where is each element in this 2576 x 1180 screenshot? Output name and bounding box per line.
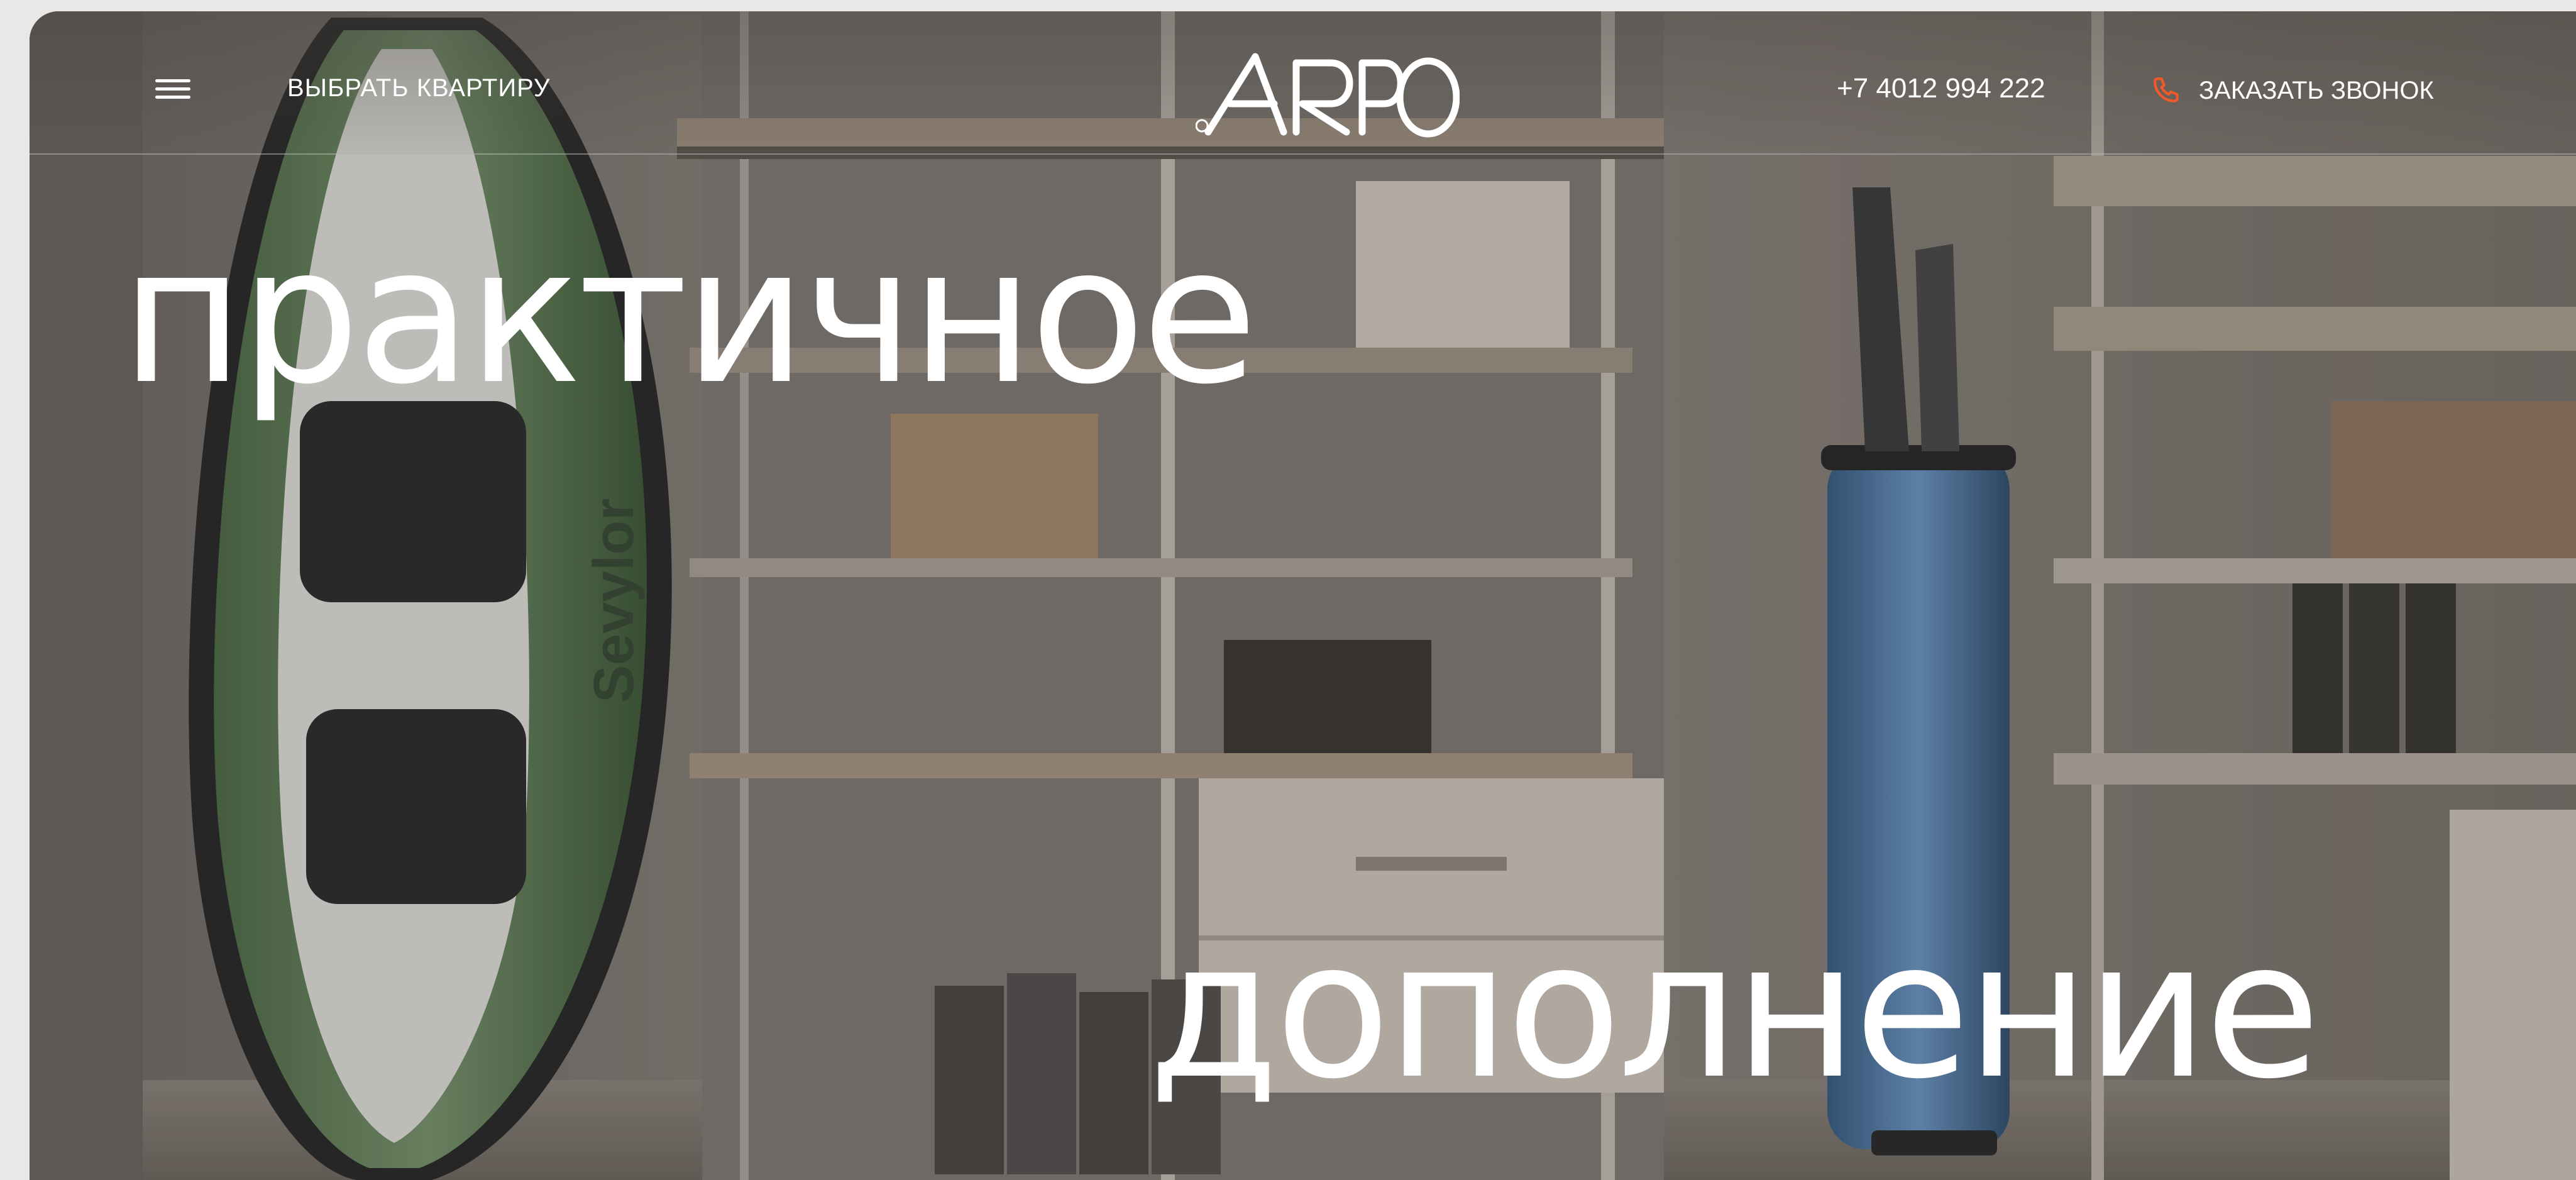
phone-number-link[interactable]: +7 4012 994 222 (1837, 73, 2045, 104)
select-apartment-link[interactable]: ВЫБРАТЬ КВАРТИРУ (287, 74, 550, 102)
order-callback-label: ЗАКАЗАТЬ ЗВОНОК (2199, 76, 2434, 104)
site-header: ВЫБРАТЬ КВАРТИРУ +7 4012 994 222 ЗАКАЗАТ… (30, 11, 2576, 155)
hero-headline-line-2: дополнение (1148, 901, 2321, 1120)
hamburger-menu-icon[interactable] (155, 79, 190, 99)
hero-banner: Sevylor ВЫБРАТЬ КВАРТИРУ +7 4012 994 222… (30, 11, 2576, 1180)
order-callback-button[interactable]: ЗАКАЗАТЬ ЗВОНОК (2151, 73, 2434, 108)
phone-icon (2154, 77, 2179, 102)
brand-logo[interactable] (1195, 44, 1460, 145)
hero-headline-line-1: практичное (121, 206, 1258, 426)
